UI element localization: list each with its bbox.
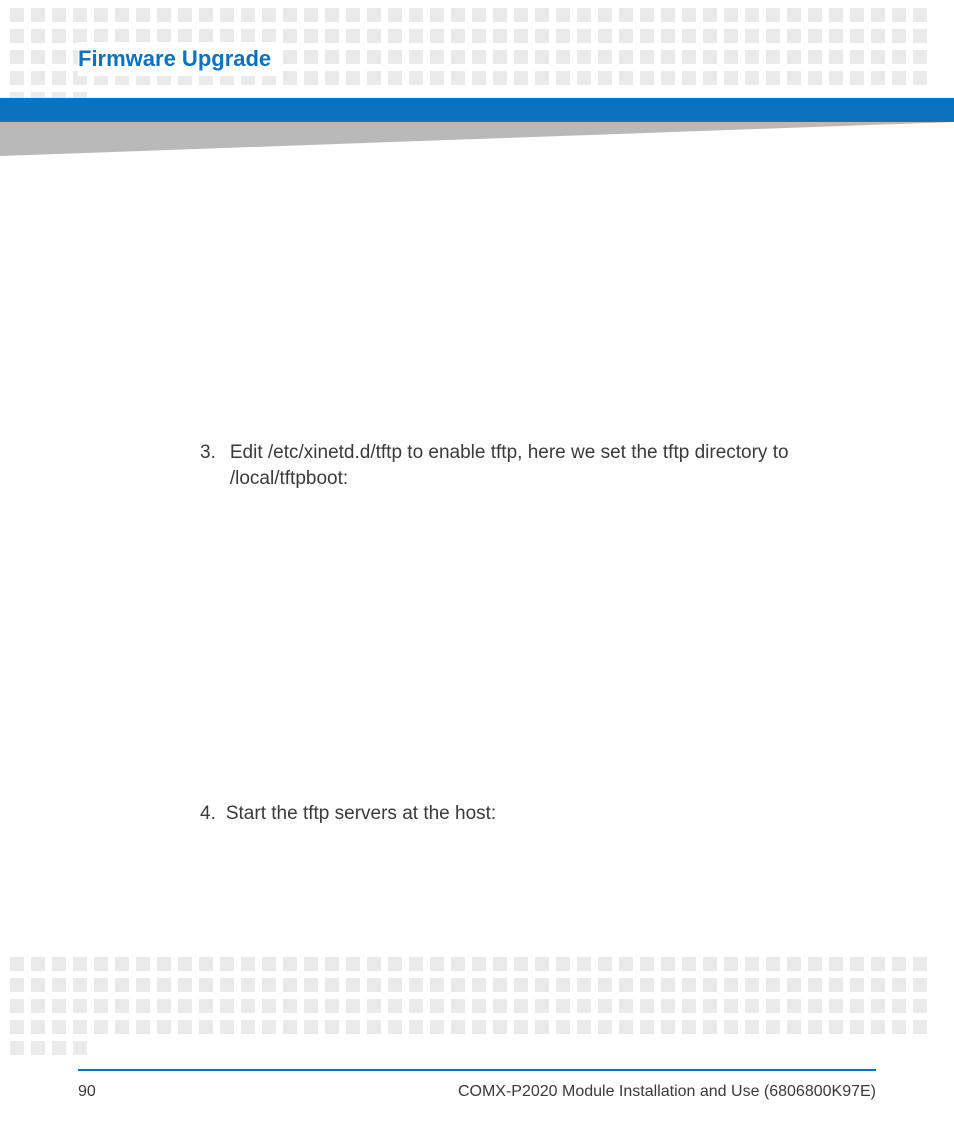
footer-rule [78, 1069, 876, 1071]
step-4: 4. Start the tftp servers at the host: [200, 801, 834, 827]
page-title: Firmware Upgrade [78, 42, 281, 76]
header-blue-bar [0, 98, 954, 122]
page-content: 3. Edit /etc/xinetd.d/tftp to enable tft… [200, 440, 834, 827]
page-number: 90 [78, 1083, 96, 1101]
page-footer: 90 COMX-P2020 Module Installation and Us… [78, 1083, 876, 1101]
decorative-square-grid-bottom [10, 957, 944, 1035]
step-text: Start the tftp servers at the host: [226, 801, 496, 827]
step-number: 3. [200, 440, 216, 491]
step-3: 3. Edit /etc/xinetd.d/tftp to enable tft… [200, 440, 834, 491]
document-reference: COMX-P2020 Module Installation and Use (… [458, 1083, 876, 1101]
header-gray-wedge [0, 122, 954, 166]
step-text: Edit /etc/xinetd.d/tftp to enable tftp, … [230, 440, 834, 491]
step-number: 4. [200, 801, 216, 827]
